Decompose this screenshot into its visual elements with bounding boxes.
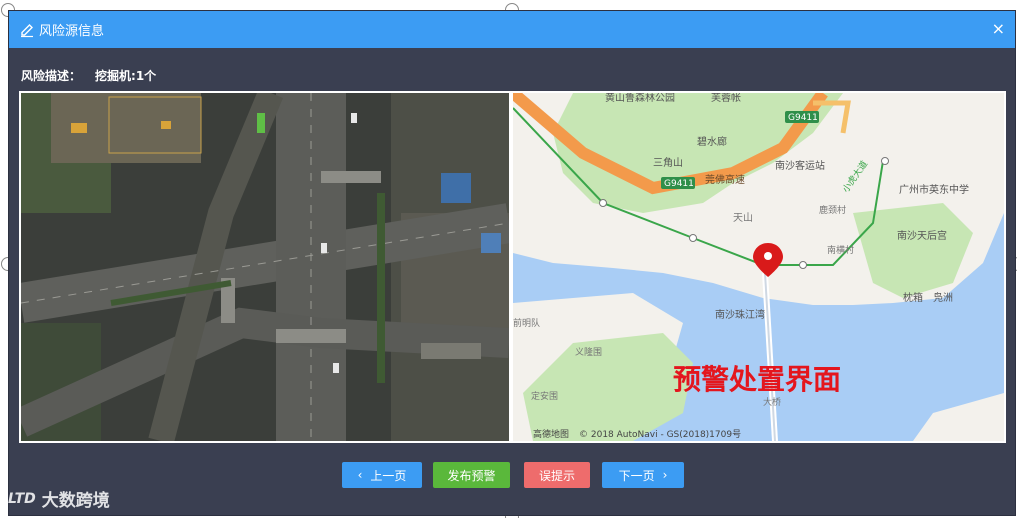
next-page-button[interactable]: 下一页 › <box>602 462 684 488</box>
map-copyright: © 2018 AutoNavi - GS(2018)1709号 <box>579 429 741 440</box>
aerial-photo <box>21 93 509 441</box>
brand-logo-icon: LTD <box>8 490 36 507</box>
map-red-watermark: 预警处置界面 <box>673 363 841 396</box>
map-label-bishuilang: 碧水廊 <box>697 135 727 148</box>
map-label-yilongwei: 义隆围 <box>575 346 602 358</box>
location-map[interactable]: 黄山鲁森林公园 芙蓉帐 G9411 碧水廊 三角山 G9411 莞佛高速 南沙客… <box>513 93 1004 441</box>
prev-page-label: 上一页 <box>370 468 407 483</box>
action-buttons: ‹ 上一页 发布预警 误提示 下一页 › <box>9 462 1015 488</box>
false-alarm-label: 误提示 <box>538 468 575 483</box>
map-label-guanfo: 莞佛高速 <box>705 173 745 186</box>
map-logo: 高德地图 <box>533 428 569 440</box>
risk-description-value: 挖掘机:1个 <box>95 69 157 83</box>
chevron-left-icon: ‹ <box>357 468 363 482</box>
risk-description: 风险描述： 挖掘机:1个 <box>21 67 156 84</box>
map-label-nansha-station: 南沙客运站 <box>775 159 825 172</box>
risk-description-label: 风险描述： <box>21 69 82 83</box>
map-label-park: 黄山鲁森林公园 <box>605 93 675 104</box>
false-alarm-button[interactable]: 误提示 <box>524 462 590 488</box>
map-label-zhenxiang: 枕箱 <box>903 291 923 304</box>
map-label-qianmingdui: 前明队 <box>513 317 540 329</box>
map-label-g9411-left: G9411 <box>664 179 694 189</box>
map-label-nanhengcun: 南横村 <box>827 244 854 256</box>
publish-warning-button[interactable]: 发布预警 <box>433 462 510 488</box>
map-image: 黄山鲁森林公园 芙蓉帐 G9411 碧水廊 三角山 G9411 莞佛高速 南沙客… <box>513 93 1004 441</box>
publish-warning-label: 发布预警 <box>447 468 496 483</box>
prev-page-button[interactable]: ‹ 上一页 <box>342 462 422 488</box>
brand-watermark-text: 大数跨境 <box>41 491 110 511</box>
map-label-lujingcun: 鹿颈村 <box>819 204 846 216</box>
brand-watermark: LTD 大数跨境 <box>8 486 110 512</box>
map-label-g9411-top: G9411 <box>788 113 818 123</box>
stage: 风险源信息 × 风险描述： 挖掘机:1个 黄山鲁森林公园 芙蓉帐 G9411 碧… <box>0 0 1017 518</box>
risk-source-dialog: 风险源信息 × 风险描述： 挖掘机:1个 黄山鲁森林公园 芙蓉帐 G9411 碧… <box>8 10 1016 516</box>
map-label-tianshan: 天山 <box>733 212 753 224</box>
map-label-sanjiaoshan: 三角山 <box>653 157 683 169</box>
map-label-zhujiangwan: 南沙珠江湾 <box>715 308 765 321</box>
map-label-dingan: 定安围 <box>531 390 558 402</box>
media-panel: 黄山鲁森林公园 芙蓉帐 G9411 碧水廊 三角山 G9411 莞佛高速 南沙客… <box>19 91 1006 443</box>
edit-icon <box>21 23 33 37</box>
dialog-title: 风险源信息 <box>39 24 105 39</box>
chevron-right-icon: › <box>662 468 668 482</box>
close-icon[interactable]: × <box>992 19 1005 39</box>
dialog-titlebar: 风险源信息 × <box>9 11 1015 48</box>
map-label-fuzhou: 凫洲 <box>933 291 953 304</box>
map-label-school: 广州市英东中学 <box>899 183 969 196</box>
map-label-hotel: 芙蓉帐 <box>711 93 741 104</box>
aerial-photo-image <box>21 93 509 441</box>
map-label-nanshatianhou: 南沙天后宫 <box>897 229 947 242</box>
map-label-bridge: 大桥 <box>763 396 781 408</box>
next-page-label: 下一页 <box>618 468 655 483</box>
